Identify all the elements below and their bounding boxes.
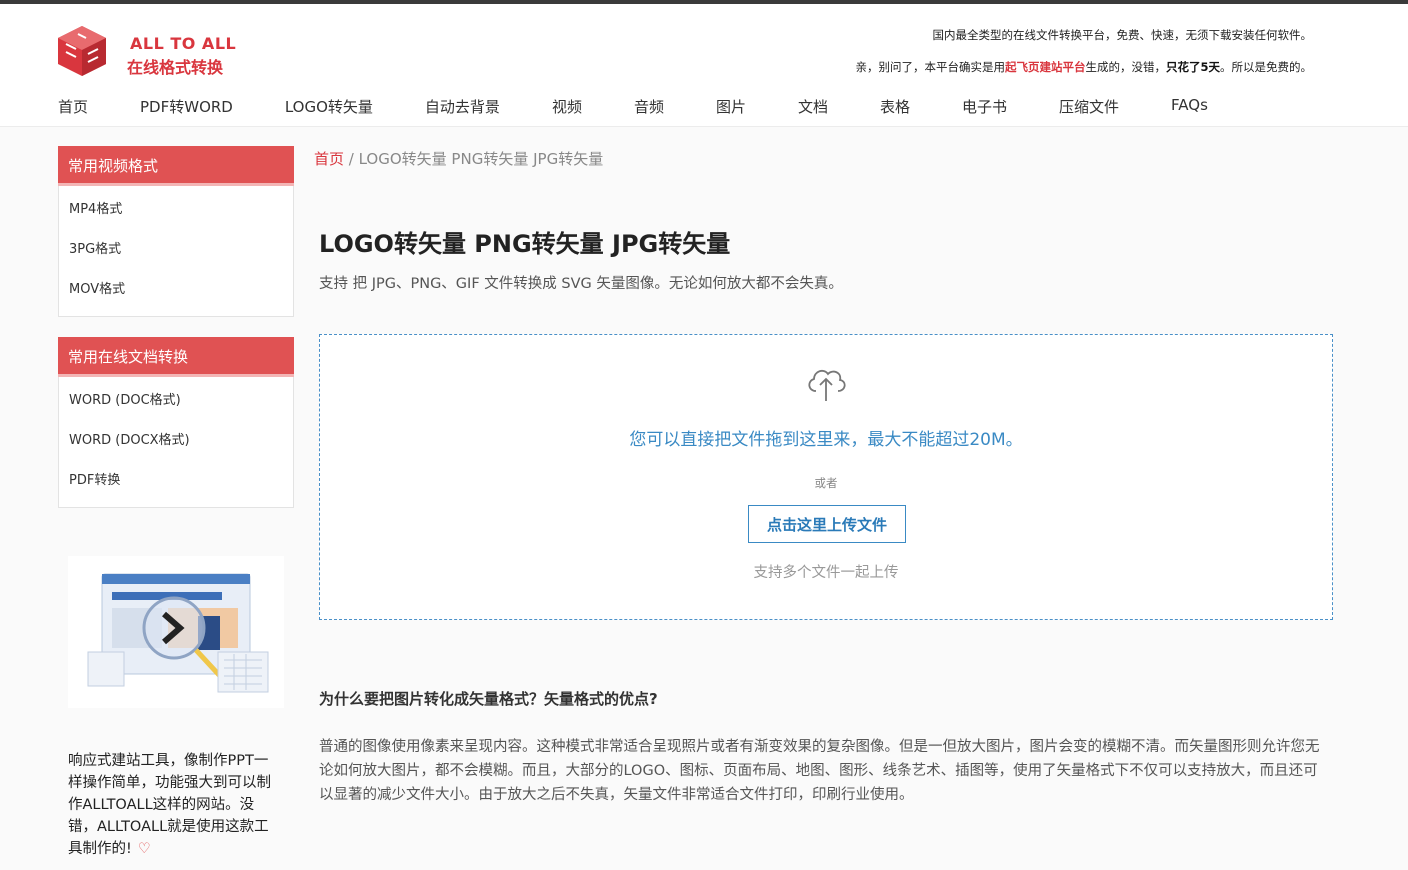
- breadcrumb-home[interactable]: 首页: [314, 150, 344, 168]
- sidebar-item-docx[interactable]: WORD (DOCX格式): [59, 421, 293, 461]
- cloud-upload-icon: [808, 369, 846, 401]
- doc-formats-heading: 常用在线文档转换: [58, 337, 294, 377]
- section-body: 普通的图像使用像素来呈现内容。这种模式非常适合呈现照片或者有渐变效果的复杂图像。…: [319, 739, 1320, 803]
- promo-illustration[interactable]: [68, 556, 284, 708]
- nav-audio[interactable]: 音频: [634, 96, 664, 117]
- promo-text: 响应式建站工具，像制作PPT一样操作简单，功能强大到可以制作ALLTOALL这样…: [68, 750, 280, 860]
- nav-pdf-to-word[interactable]: PDF转WORD: [140, 96, 233, 117]
- slogan-highlight: 只花了5天: [1165, 60, 1220, 74]
- nav-document[interactable]: 文档: [798, 96, 828, 117]
- doc-formats-list: WORD (DOC格式) WORD (DOCX格式) PDF转换: [58, 377, 294, 508]
- slogan-text: 亲，别问了，本平台确实是用: [855, 60, 1005, 74]
- slogan-text: 生成的，没错，: [1085, 60, 1166, 74]
- heart-icon: ♡: [137, 841, 151, 857]
- breadcrumb-current: LOGO转矢量 PNG转矢量 JPG转矢量: [358, 150, 604, 168]
- slogan-line2: 亲，别问了，本平台确实是用起飞页建站平台生成的，没错，只花了5天。所以是免费的。: [855, 59, 1312, 75]
- breadcrumb: 首页 / LOGO转矢量 PNG转矢量 JPG转矢量: [314, 148, 603, 169]
- drop-hint: 您可以直接把文件拖到这里来，最大不能超过20M。: [629, 430, 1023, 450]
- nav-faqs[interactable]: FAQs: [1171, 96, 1208, 117]
- sidebar-item-3pg[interactable]: 3PG格式: [59, 230, 293, 270]
- nav-home[interactable]: 首页: [58, 96, 88, 117]
- multi-upload-hint: 支持多个文件一起上传: [753, 565, 899, 581]
- slogan-line1: 国内最全类型的在线文件转换平台，免费、快速，无须下载安装任何软件。: [932, 28, 1313, 42]
- builder-link[interactable]: 起飞页建站平台: [1005, 60, 1086, 74]
- brand-name-en: ALL TO ALL: [130, 34, 237, 53]
- or-divider: 或者: [814, 476, 838, 490]
- section-heading: 为什么要把图片转化成矢量格式？矢量格式的优点?: [319, 690, 658, 708]
- page-title: LOGO转矢量 PNG转矢量 JPG转矢量: [319, 230, 731, 258]
- page-subtitle: 支持 把 JPG、PNG、GIF 文件转换成 SVG 矢量图像。无论如何放大都不…: [319, 276, 843, 292]
- video-formats-list: MP4格式 3PG格式 MOV格式: [58, 186, 294, 317]
- slogan-text: 。所以是免费的。: [1220, 60, 1312, 74]
- upload-dropzone[interactable]: 您可以直接把文件拖到这里来，最大不能超过20M。 或者 点击这里上传文件 支持多…: [319, 334, 1333, 620]
- nav-logo-vector[interactable]: LOGO转矢量: [285, 96, 373, 117]
- nav-spreadsheet[interactable]: 表格: [880, 96, 910, 117]
- nav-image[interactable]: 图片: [716, 96, 746, 117]
- sidebar-item-doc[interactable]: WORD (DOC格式): [59, 381, 293, 421]
- nav-archive[interactable]: 压缩文件: [1059, 96, 1119, 117]
- sidebar: 常用视频格式 MP4格式 3PG格式 MOV格式 常用在线文档转换 WORD (…: [58, 146, 294, 508]
- main-nav: 首页 PDF转WORD LOGO转矢量 自动去背景 视频 音频 图片 文档 表格…: [58, 96, 1208, 117]
- site-logo-icon[interactable]: [56, 24, 108, 78]
- nav-ebook[interactable]: 电子书: [962, 96, 1007, 117]
- sidebar-item-pdf[interactable]: PDF转换: [59, 461, 293, 501]
- video-formats-heading: 常用视频格式: [58, 146, 294, 186]
- site-header: ALL TO ALL 在线格式转换 国内最全类型的在线文件转换平台，免费、快速，…: [0, 4, 1408, 127]
- nav-remove-background[interactable]: 自动去背景: [425, 96, 500, 117]
- upload-file-button[interactable]: 点击这里上传文件: [748, 505, 906, 543]
- sidebar-item-mov[interactable]: MOV格式: [59, 270, 293, 310]
- sidebar-item-mp4[interactable]: MP4格式: [59, 190, 293, 230]
- brand-name-cn: 在线格式转换: [127, 58, 224, 77]
- nav-video[interactable]: 视频: [552, 96, 582, 117]
- breadcrumb-separator: /: [344, 150, 359, 168]
- promo-copy: 响应式建站工具，像制作PPT一样操作简单，功能强大到可以制作ALLTOALL这样…: [68, 753, 271, 857]
